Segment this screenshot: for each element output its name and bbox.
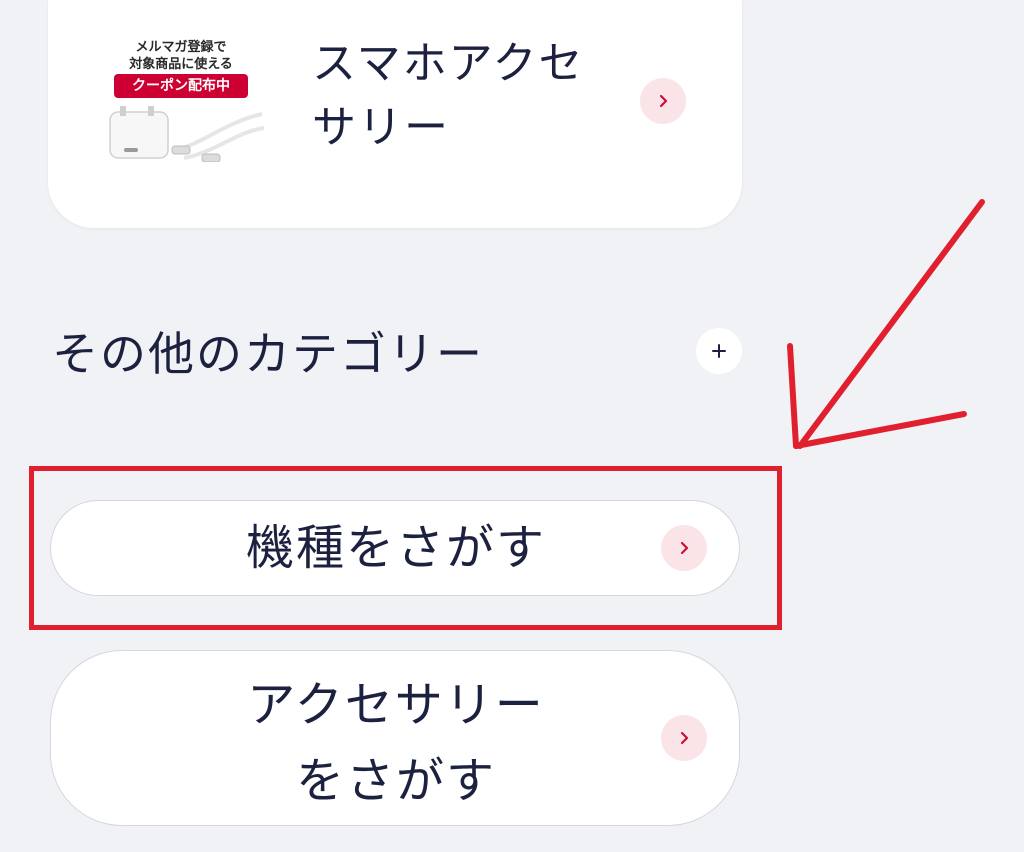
promo-text-line2: 対象商品に使える [129, 57, 233, 72]
plus-icon[interactable] [696, 328, 742, 374]
chevron-right-icon [661, 715, 707, 761]
search-accessory-button[interactable]: アクセサリー をさがす [50, 650, 740, 826]
charger-cable-image [109, 106, 265, 162]
section-title-other-categories: その他のカテゴリー [52, 327, 484, 381]
card-title: スマホアクセサリー [312, 38, 585, 153]
chevron-right-icon[interactable] [640, 78, 686, 124]
search-accessory-label-line1: アクセサリー [247, 677, 545, 733]
search-accessory-label: アクセサリー をさがす [51, 667, 741, 819]
coupon-badge: クーポン配布中 [114, 74, 248, 98]
search-accessory-label-line2: をさがす [295, 753, 496, 809]
accessory-category-card[interactable]: メルマガ登録で 対象商品に使える クーポン配布中 スマホアクセサリー [48, 0, 742, 228]
annotation-highlight-box [29, 466, 782, 630]
product-thumbnail: メルマガ登録で 対象商品に使える クーポン配布中 [106, 16, 268, 162]
